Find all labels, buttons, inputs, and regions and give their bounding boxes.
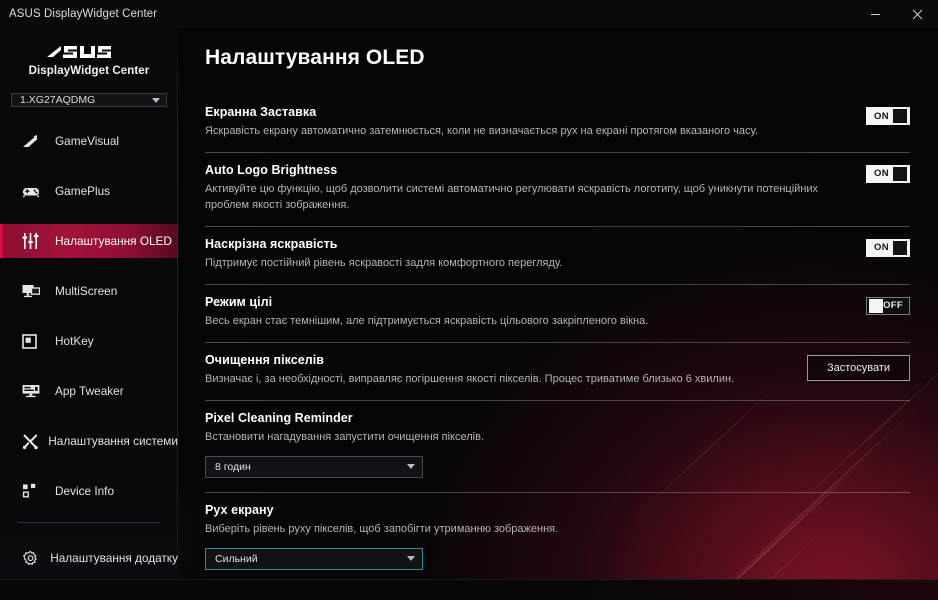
sidebar-item-label: Device Info [55,484,115,498]
setting-title: Режим цілі [205,294,273,309]
chevron-down-icon [407,556,415,561]
page-title: Налаштування OLED [205,46,425,69]
sidebar-item-device-info[interactable]: Device Info [0,474,178,508]
sidebar-item-multiscreen[interactable]: MultiScreen [0,274,178,308]
sidebar-item-label: HotKey [55,334,94,348]
monitor-select-dropdown[interactable]: 1.XG27AQDMG [11,93,167,107]
toggle-knob [893,240,907,255]
title-bar: ASUS DisplayWidget Center [0,0,938,28]
gamepad-icon [22,185,46,198]
setting-row: Auto Logo Brightness Активуйте цю функці… [205,151,910,226]
setting-title: Pixel Cleaning Reminder [205,410,353,425]
sidebar-item-label: GameVisual [55,134,120,148]
gamevisual-icon [22,134,46,149]
sliders-icon [22,233,46,249]
chevron-down-icon [152,97,160,103]
sidebar-item-app-settings[interactable]: Налаштування додатку [0,541,178,575]
sidebar-item-oled-settings[interactable]: Налаштування OLED [0,224,178,258]
setting-row: Режим цілі Весь екран стає темнішим, але… [205,283,910,342]
setting-row: Наскрізна яскравість Підтримує постійний… [205,225,910,284]
setting-description: Весь екран стає темнішим, але підтримуєт… [205,314,649,327]
dropdown-value: 8 годин [215,460,251,473]
gear-icon [22,550,41,567]
main-content: Налаштування OLED Екранна Заставка Яскра… [178,28,938,600]
device-info-icon [22,483,46,499]
target-mode-toggle[interactable]: OFF [866,296,910,315]
sidebar-item-label: MultiScreen [55,284,118,298]
setting-row: Екранна Заставка Яскравість екрану автом… [205,94,910,152]
app-tweaker-icon [22,384,46,398]
setting-title: Екранна Заставка [205,105,317,119]
setting-description: Визначає і, за необхідності, виправляє п… [205,372,735,385]
toggle-state-label: OFF [883,300,903,312]
toggle-knob [893,166,907,181]
setting-description: Підтримує постійний рівень яскравості за… [205,256,563,269]
toggle-state-label: ON [874,242,889,254]
sidebar-item-label: Налаштування додатку [50,551,178,565]
sidebar-item-label: Налаштування OLED [55,234,172,248]
window-title: ASUS DisplayWidget Center [9,8,158,20]
close-icon[interactable] [896,0,938,28]
setting-title: Очищення пікселів [205,352,324,367]
sidebar-item-label: GamePlus [55,184,111,198]
toggle-state-label: ON [874,168,889,180]
setting-description: Яскравість екрану автоматично затемнюєть… [205,125,758,137]
hotkey-icon [22,333,46,349]
setting-title: Наскрізна яскравість [205,236,338,251]
apply-button[interactable]: Застосувати [807,354,910,381]
screen-saver-toggle[interactable]: ON [866,107,910,125]
toggle-state-label: ON [874,110,889,122]
sidebar: DisplayWidget Center 1.XG27AQDMG GameVis… [0,28,178,600]
sidebar-item-label: App Tweaker [55,384,124,398]
auto-logo-brightness-toggle[interactable]: ON [866,164,910,183]
sidebar-item-gamevisual[interactable]: GameVisual [0,124,178,158]
setting-row: Очищення пікселів Визначає і, за необхід… [205,341,910,400]
sidebar-nav: GameVisual GamePlus Налаштування OLED Mu… [0,124,178,474]
uniform-brightness-toggle[interactable]: ON [866,238,910,257]
setting-title: Auto Logo Brightness [205,162,338,177]
setting-description: Виберіть рівень руху пікселів, щоб запоб… [205,522,559,535]
tools-icon [22,433,39,450]
multiscreen-icon [22,284,46,299]
pixel-cleaning-reminder-dropdown[interactable]: 8 годин [205,455,423,478]
toggle-knob [893,109,907,123]
sidebar-item-gameplus[interactable]: GamePlus [0,174,178,208]
setting-title: Рух екрану [205,502,274,517]
toggle-knob [869,298,883,313]
bottom-status-bar [0,579,938,600]
setting-description: Встановити нагадування запустити очищенн… [205,430,485,443]
minimize-button[interactable] [854,0,896,28]
brand-name: DisplayWidget Center [28,65,150,77]
sidebar-item-app-tweaker[interactable]: App Tweaker [0,374,178,408]
monitor-select-value: 1.XG27AQDMG [20,94,96,106]
screen-move-dropdown[interactable]: Сильний [205,547,423,570]
setting-row: Pixel Cleaning Reminder Встановити нагад… [205,399,910,492]
chevron-down-icon [407,464,415,470]
sidebar-item-label: Налаштування системи [48,434,178,448]
asus-logo [47,46,111,58]
sidebar-divider [18,522,160,523]
app-window: ASUS DisplayWidget Center DisplayWidget … [0,0,938,600]
sidebar-item-hotkey[interactable]: HotKey [0,324,178,358]
dropdown-value: Сильний [215,552,258,565]
setting-row: Рух екрану Виберіть рівень руху пікселів… [205,491,910,584]
setting-description: Активуйте цю функцію, щоб дозволити сист… [205,182,819,211]
sidebar-item-system-settings[interactable]: Налаштування системи [0,424,178,458]
brand-block: DisplayWidget Center [0,28,178,87]
